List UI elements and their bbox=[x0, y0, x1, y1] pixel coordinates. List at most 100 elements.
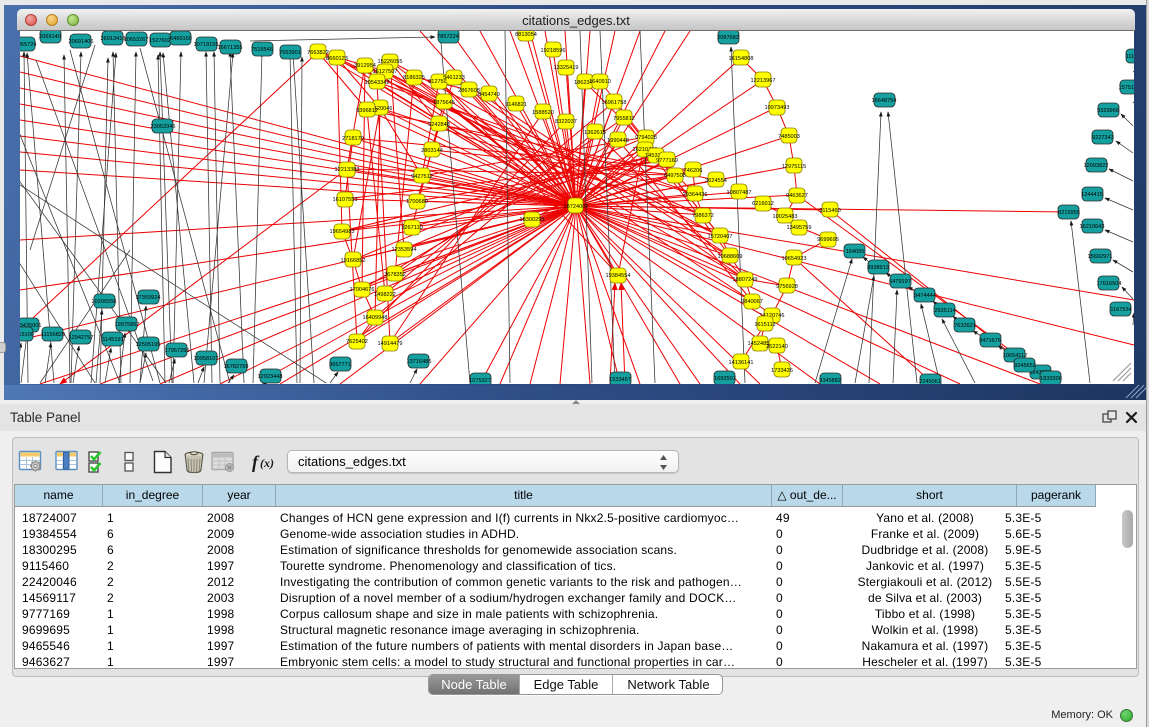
svg-text:1692507: 1692507 bbox=[714, 376, 736, 382]
svg-text:1362615: 1362615 bbox=[584, 130, 606, 136]
svg-text:9699695: 9699695 bbox=[817, 237, 839, 243]
svg-text:9794028: 9794028 bbox=[635, 135, 657, 141]
svg-text:3915100: 3915100 bbox=[20, 332, 34, 338]
svg-text:2803144: 2803144 bbox=[421, 148, 443, 154]
svg-text:2245061: 2245061 bbox=[919, 379, 941, 384]
svg-text:9396812: 9396812 bbox=[356, 108, 378, 114]
svg-text:13716485: 13716485 bbox=[407, 359, 432, 365]
svg-text:18300295: 18300295 bbox=[520, 217, 545, 223]
svg-text:16409948: 16409948 bbox=[363, 315, 388, 321]
svg-text:1990448: 1990448 bbox=[607, 138, 629, 144]
svg-text:12923448: 12923448 bbox=[258, 374, 283, 380]
svg-text:8322037: 8322037 bbox=[555, 119, 577, 125]
svg-text:6479197: 6479197 bbox=[889, 279, 911, 285]
svg-text:19166852: 19166852 bbox=[341, 258, 366, 264]
svg-text:19654983: 19654983 bbox=[330, 229, 355, 235]
svg-text:2522140: 2522140 bbox=[766, 344, 788, 350]
svg-text:1167534: 1167534 bbox=[1110, 307, 1131, 313]
svg-text:1640910: 1640910 bbox=[589, 79, 611, 85]
svg-text:2718179: 2718179 bbox=[342, 136, 364, 142]
svg-text:7485003: 7485003 bbox=[778, 134, 800, 140]
svg-text:16107553: 16107553 bbox=[333, 197, 358, 203]
svg-text:9463627: 9463627 bbox=[786, 193, 808, 199]
svg-text:7857224: 7857224 bbox=[437, 34, 459, 40]
svg-text:6497508: 6497508 bbox=[664, 173, 686, 179]
svg-text:1075327: 1075327 bbox=[469, 378, 491, 384]
svg-text:8215955: 8215955 bbox=[1058, 210, 1080, 216]
svg-text:10653267: 10653267 bbox=[124, 37, 149, 43]
svg-text:8454749: 8454749 bbox=[478, 92, 500, 98]
svg-text:26913416: 26913416 bbox=[101, 36, 126, 42]
svg-text:10719155: 10719155 bbox=[194, 42, 219, 48]
svg-text:11156829: 11156829 bbox=[41, 332, 65, 338]
svg-text:18807249: 18807249 bbox=[733, 277, 758, 283]
svg-text:12975115: 12975115 bbox=[782, 164, 806, 170]
svg-text:5461233: 5461233 bbox=[443, 75, 465, 81]
svg-text:9115460: 9115460 bbox=[819, 208, 840, 214]
svg-text:10688609: 10688609 bbox=[718, 254, 743, 260]
svg-text:9242848: 9242848 bbox=[428, 122, 450, 128]
svg-text:16154808: 16154808 bbox=[729, 56, 754, 62]
svg-text:16961758: 16961758 bbox=[602, 100, 627, 106]
svg-text:9657771: 9657771 bbox=[329, 362, 351, 368]
svg-text:3267110: 3267110 bbox=[401, 225, 422, 231]
svg-text:1527602: 1527602 bbox=[149, 38, 171, 44]
svg-text:20206556: 20206556 bbox=[92, 299, 117, 305]
svg-text:12213967: 12213967 bbox=[751, 78, 776, 84]
svg-text:1588520: 1588520 bbox=[532, 110, 554, 116]
svg-text:10025483: 10025483 bbox=[773, 214, 798, 220]
svg-text:17016504: 17016504 bbox=[1097, 281, 1122, 287]
svg-text:7955812: 7955812 bbox=[613, 116, 635, 122]
svg-text:9427512: 9427512 bbox=[411, 174, 433, 180]
svg-text:6466160: 6466160 bbox=[170, 36, 192, 42]
svg-text:20364436: 20364436 bbox=[683, 192, 708, 198]
svg-text:23053346: 23053346 bbox=[151, 124, 176, 130]
svg-text:2087682: 2087682 bbox=[717, 35, 739, 41]
svg-text:164095: 164095 bbox=[846, 249, 865, 255]
svg-text:8186325: 8186325 bbox=[403, 75, 425, 81]
svg-text:9146821: 9146821 bbox=[505, 102, 527, 108]
svg-text:1700680: 1700680 bbox=[406, 199, 428, 205]
svg-text:16648754: 16648754 bbox=[872, 98, 897, 104]
svg-text:19654923: 19654923 bbox=[782, 256, 807, 262]
svg-text:17359924: 17359924 bbox=[136, 295, 161, 301]
svg-text:2867608: 2867608 bbox=[458, 88, 480, 94]
svg-text:7632621: 7632621 bbox=[954, 323, 976, 329]
svg-text:3678352: 3678352 bbox=[384, 272, 406, 278]
svg-text:15692971: 15692971 bbox=[1088, 254, 1113, 260]
svg-text:13325419: 13325419 bbox=[554, 65, 579, 71]
svg-text:9329966: 9329966 bbox=[1097, 108, 1119, 114]
svg-text:1244415: 1244415 bbox=[1081, 192, 1103, 198]
svg-text:13495759: 13495759 bbox=[787, 225, 812, 231]
svg-text:2069140: 2069140 bbox=[39, 34, 61, 40]
svg-text:9777169: 9777169 bbox=[656, 158, 678, 164]
svg-text:2935114: 2935114 bbox=[934, 308, 955, 314]
svg-text:1833300: 1833300 bbox=[1040, 376, 1062, 382]
svg-text:17004676: 17004676 bbox=[350, 287, 375, 293]
svg-text:f: f bbox=[252, 452, 260, 472]
svg-text:14055724: 14055724 bbox=[20, 42, 36, 48]
svg-text:8660123: 8660123 bbox=[326, 56, 348, 62]
svg-text:18724007: 18724007 bbox=[564, 204, 589, 210]
svg-text:9840067: 9840067 bbox=[741, 299, 763, 305]
svg-text:17957255: 17957255 bbox=[165, 348, 190, 354]
svg-text:19218596: 19218596 bbox=[541, 48, 566, 54]
svg-text:10958107: 10958107 bbox=[194, 356, 219, 362]
svg-text:12942757: 12942757 bbox=[69, 335, 94, 341]
svg-text:8813054: 8813054 bbox=[515, 32, 537, 38]
svg-text:12505195: 12505195 bbox=[136, 342, 161, 348]
svg-text:12213383: 12213383 bbox=[335, 167, 360, 173]
svg-text:10543342: 10543342 bbox=[365, 80, 390, 86]
svg-text:9474444: 9474444 bbox=[914, 293, 936, 299]
svg-text:12353594: 12353594 bbox=[392, 247, 417, 253]
svg-text:7986372: 7986372 bbox=[692, 213, 714, 219]
svg-text:12093822: 12093822 bbox=[1084, 163, 1109, 169]
svg-text:(x): (x) bbox=[260, 456, 274, 470]
svg-text:7515546: 7515546 bbox=[251, 47, 273, 53]
svg-text:6216012: 6216012 bbox=[752, 201, 774, 207]
svg-text:1875645: 1875645 bbox=[433, 100, 455, 106]
svg-text:1112485: 1112485 bbox=[1126, 54, 1134, 60]
svg-text:10807487: 10807487 bbox=[727, 190, 752, 196]
svg-text:7663901: 7663901 bbox=[279, 50, 301, 56]
svg-text:1615112: 1615112 bbox=[754, 322, 775, 328]
